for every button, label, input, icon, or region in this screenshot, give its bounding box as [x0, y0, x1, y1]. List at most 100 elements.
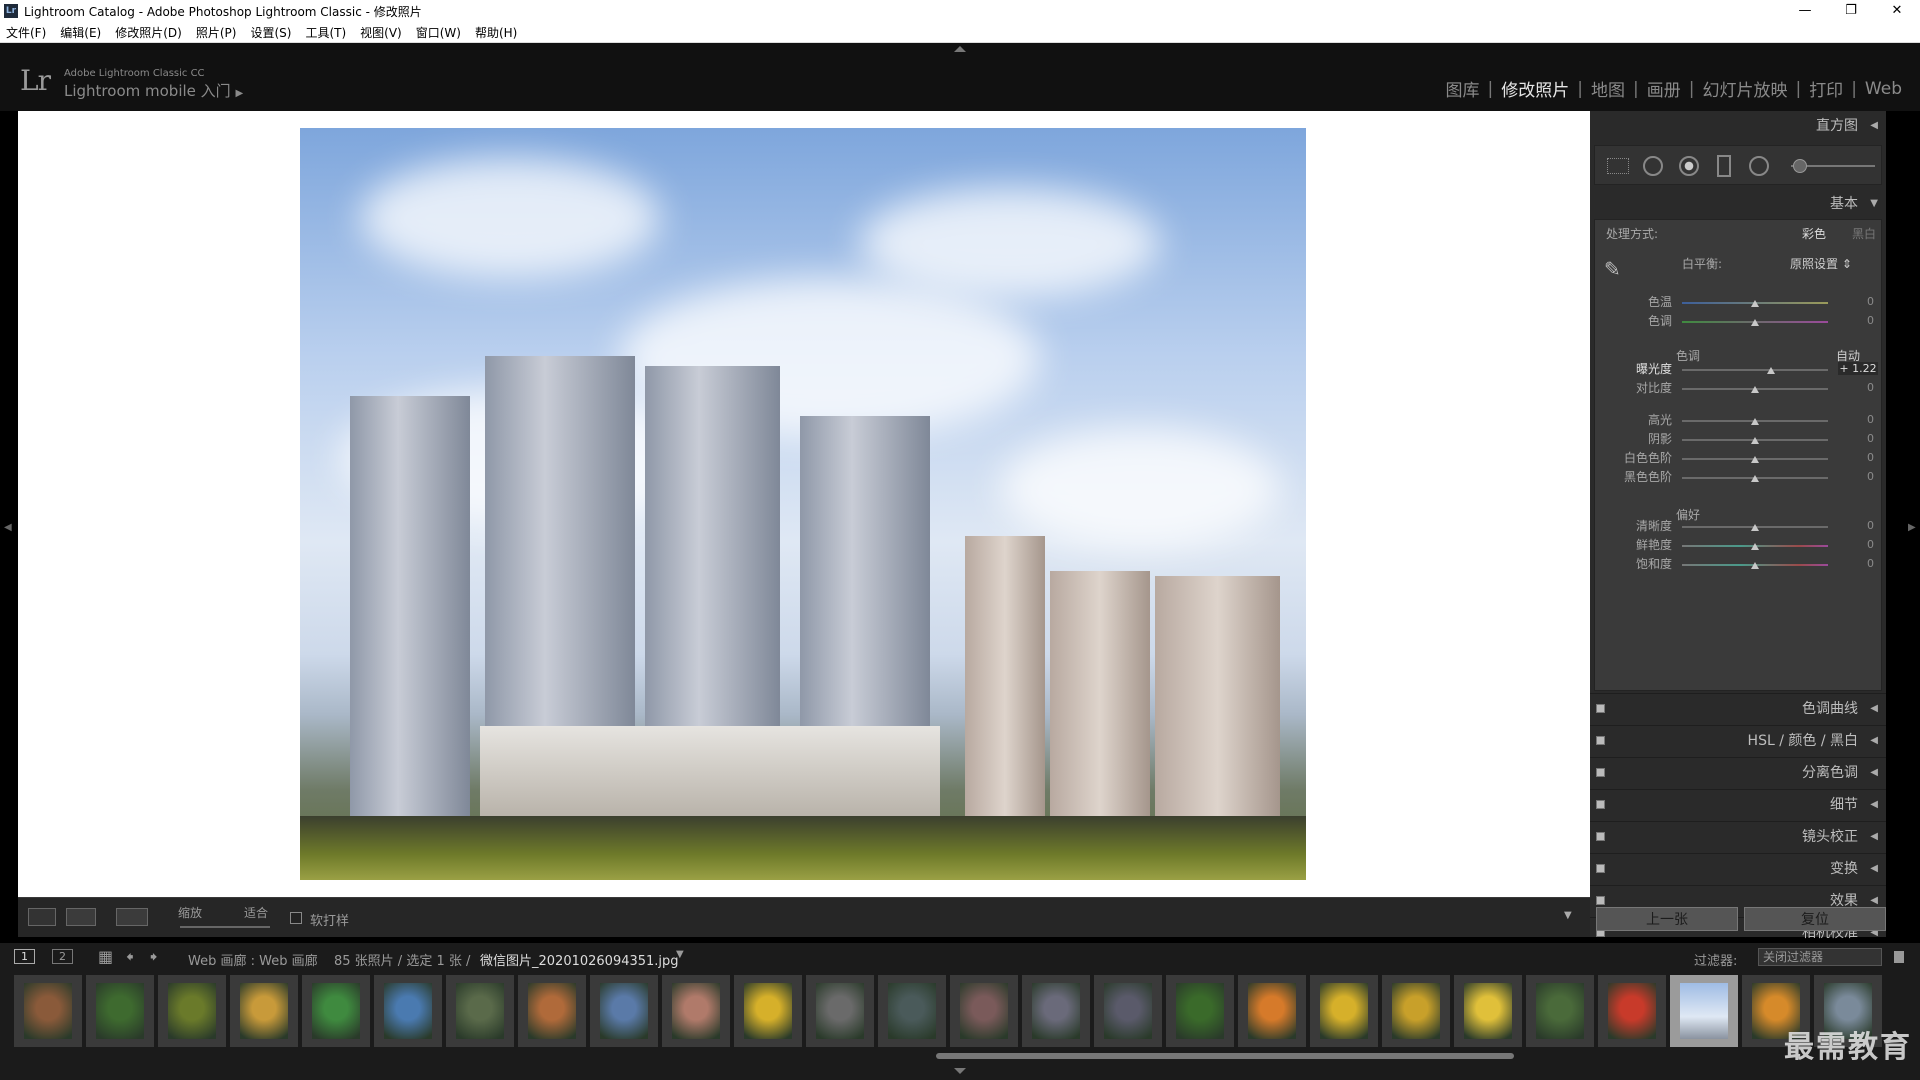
reset-button[interactable]: 复位 — [1744, 907, 1886, 931]
menu-develop[interactable]: 修改照片(D) — [115, 24, 182, 41]
filmstrip-thumbnail[interactable] — [14, 975, 82, 1047]
filename-dropdown-icon[interactable]: ▼ — [676, 949, 684, 960]
eyedropper-icon[interactable]: ✎ — [1604, 257, 1632, 283]
menu-photo[interactable]: 照片(P) — [196, 24, 237, 41]
section-toggle-icon[interactable] — [1596, 832, 1605, 841]
radial-filter-icon[interactable] — [1749, 156, 1769, 176]
close-icon[interactable]: ✕ — [1874, 0, 1920, 22]
restore-icon[interactable]: ❐ — [1828, 0, 1874, 22]
right-panel-toggle-icon[interactable]: ▶ — [1908, 522, 1916, 533]
module-book[interactable]: 画册 — [1639, 76, 1689, 101]
collapse-filmstrip-icon[interactable] — [954, 1068, 966, 1074]
menu-window[interactable]: 窗口(W) — [416, 24, 461, 41]
module-develop[interactable]: 修改照片 — [1493, 76, 1577, 101]
slider-thumb[interactable] — [1751, 524, 1759, 531]
lightroom-mobile-link[interactable]: Lightroom mobile 入门 ▶ — [64, 80, 243, 101]
slider-value[interactable]: 0 — [1840, 413, 1874, 426]
slider-thumb[interactable] — [1751, 386, 1759, 393]
histogram-header[interactable]: 直方图 ◀ — [1590, 111, 1886, 141]
slider-thumb[interactable] — [1767, 367, 1776, 374]
slider-value[interactable]: 0 — [1840, 557, 1874, 570]
forward-arrow-icon[interactable]: 🠺 — [150, 947, 158, 972]
section-header[interactable]: 色调曲线 ◀ — [1590, 693, 1886, 723]
toolbar-options-icon[interactable]: ▼ — [1564, 910, 1572, 921]
slider-value[interactable]: 0 — [1840, 381, 1874, 394]
filmstrip-thumbnail[interactable] — [1310, 975, 1378, 1047]
filter-lock-icon[interactable] — [1894, 951, 1904, 963]
filmstrip-thumbnail[interactable] — [590, 975, 658, 1047]
filmstrip-thumbnail[interactable] — [1238, 975, 1306, 1047]
filmstrip-thumbnail[interactable] — [158, 975, 226, 1047]
before-after-icon[interactable] — [66, 908, 96, 926]
slider-thumb[interactable] — [1751, 562, 1759, 569]
section-toggle-icon[interactable] — [1596, 736, 1605, 745]
section-header[interactable]: 镜头校正 ◀ — [1590, 821, 1886, 851]
source-breadcrumb[interactable]: Web 画廊 : Web 画廊 — [188, 950, 318, 969]
module-web[interactable]: Web — [1857, 79, 1910, 99]
slider-value[interactable]: 0 — [1840, 432, 1874, 445]
filmstrip-thumbnail[interactable] — [1022, 975, 1090, 1047]
section-toggle-icon[interactable] — [1596, 768, 1605, 777]
previous-button[interactable]: 上一张 — [1596, 907, 1738, 931]
menu-settings[interactable]: 设置(S) — [250, 24, 291, 41]
swap-before-after-icon[interactable] — [116, 908, 148, 926]
white-balance-select[interactable]: 原照设置 ⇕ — [1790, 255, 1852, 272]
menu-help[interactable]: 帮助(H) — [475, 24, 517, 41]
filmstrip-thumbnail[interactable] — [1670, 975, 1738, 1047]
zoom-slider[interactable] — [180, 926, 270, 928]
slider-track[interactable] — [1682, 369, 1828, 371]
treatment-bw-option[interactable]: 黑白 — [1852, 225, 1876, 242]
filmstrip-scrollbar[interactable] — [936, 1053, 1514, 1059]
red-eye-icon[interactable] — [1679, 156, 1699, 176]
fit-label[interactable]: 适合 — [244, 904, 268, 921]
page-1-button[interactable]: 1 — [14, 949, 35, 964]
treatment-color-option[interactable]: 彩色 — [1802, 225, 1826, 242]
menu-tools[interactable]: 工具(T) — [305, 24, 346, 41]
filmstrip-thumbnail[interactable] — [1454, 975, 1522, 1047]
filmstrip-thumbnail[interactable] — [374, 975, 442, 1047]
module-map[interactable]: 地图 — [1583, 76, 1633, 101]
filmstrip-thumbnail[interactable] — [1526, 975, 1594, 1047]
filmstrip-thumbnail[interactable] — [662, 975, 730, 1047]
filmstrip-thumbnail[interactable] — [302, 975, 370, 1047]
section-header[interactable]: HSL / 颜色 / 黑白 ◀ — [1590, 725, 1886, 755]
filmstrip-thumbnail[interactable] — [950, 975, 1018, 1047]
filmstrip-thumbnail[interactable] — [1166, 975, 1234, 1047]
slider-value[interactable]: 0 — [1840, 519, 1874, 532]
menu-edit[interactable]: 编辑(E) — [60, 24, 101, 41]
menu-file[interactable]: 文件(F) — [6, 24, 46, 41]
slider-thumb[interactable] — [1751, 418, 1759, 425]
slider-thumb[interactable] — [1751, 437, 1759, 444]
spot-removal-icon[interactable] — [1643, 156, 1663, 176]
current-filename[interactable]: 微信图片_20201026094351.jpg — [480, 950, 679, 969]
slider-value[interactable]: 0 — [1840, 451, 1874, 464]
minimize-icon[interactable]: — — [1782, 0, 1828, 22]
filmstrip-thumbnail[interactable] — [86, 975, 154, 1047]
section-toggle-icon[interactable] — [1596, 896, 1605, 905]
menu-view[interactable]: 视图(V) — [360, 24, 402, 41]
slider-thumb[interactable] — [1751, 456, 1759, 463]
slider-thumb[interactable] — [1751, 475, 1759, 482]
slider-value[interactable]: 0 — [1840, 470, 1874, 483]
filmstrip-thumbnail[interactable] — [1382, 975, 1450, 1047]
section-toggle-icon[interactable] — [1596, 864, 1605, 873]
section-toggle-icon[interactable] — [1596, 704, 1605, 713]
section-header[interactable]: 变换 ◀ — [1590, 853, 1886, 883]
crop-overlay-icon[interactable] — [1607, 158, 1629, 174]
left-panel-toggle-icon[interactable]: ◀ — [4, 522, 12, 533]
filmstrip-thumbnail[interactable] — [734, 975, 802, 1047]
filmstrip-thumbnail[interactable] — [878, 975, 946, 1047]
photo-preview[interactable] — [300, 128, 1306, 880]
section-header[interactable]: 细节 ◀ — [1590, 789, 1886, 819]
basic-header[interactable]: 基本 ▼ — [1590, 189, 1886, 219]
adjustment-brush-icon[interactable] — [1793, 159, 1807, 173]
slider-value[interactable]: 0 — [1840, 538, 1874, 551]
filmstrip-thumbnail[interactable] — [518, 975, 586, 1047]
filmstrip-thumbnail[interactable] — [446, 975, 514, 1047]
page-2-button[interactable]: 2 — [52, 949, 73, 964]
section-toggle-icon[interactable] — [1596, 800, 1605, 809]
module-print[interactable]: 打印 — [1801, 76, 1851, 101]
grid-icon[interactable]: ▦ — [98, 947, 113, 966]
filmstrip-thumbnail[interactable] — [806, 975, 874, 1047]
slider-value[interactable]: + 1.22 — [1838, 362, 1878, 375]
